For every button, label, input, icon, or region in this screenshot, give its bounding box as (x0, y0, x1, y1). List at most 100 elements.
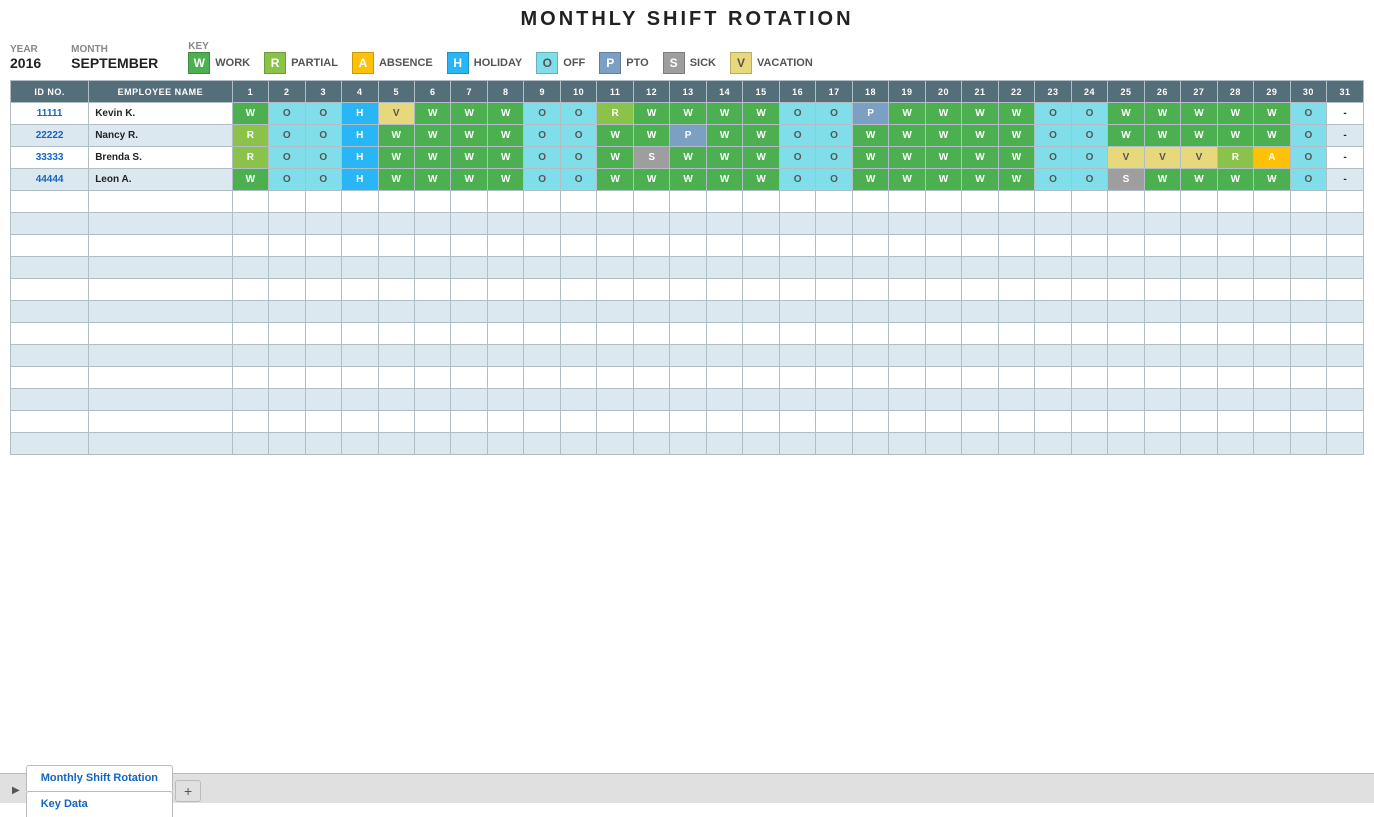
add-tab-button[interactable]: + (175, 780, 201, 802)
cell-day-4: H (342, 169, 378, 191)
cell-day-empty (487, 323, 523, 345)
cell-day-3: O (305, 147, 341, 169)
cell-day-empty (1144, 301, 1180, 323)
cell-day-empty (633, 411, 669, 433)
cell-day-empty (1290, 191, 1326, 213)
cell-day-empty (743, 389, 779, 411)
col-header-day-11: 11 (597, 81, 633, 103)
cell-day-empty (524, 301, 560, 323)
cell-day-empty (1327, 323, 1364, 345)
cell-day-27: W (1181, 103, 1217, 125)
cell-day-empty (962, 301, 998, 323)
cell-day-empty (670, 433, 706, 455)
cell-day-empty (232, 279, 268, 301)
cell-day-empty (852, 367, 888, 389)
cell-day-empty (1108, 191, 1144, 213)
cell-day-empty (1035, 257, 1071, 279)
legend-item-o: OOFF (536, 52, 585, 74)
cell-day-empty (1254, 213, 1290, 235)
cell-day-empty (415, 279, 451, 301)
cell-day-empty (1181, 389, 1217, 411)
col-header-day-6: 6 (415, 81, 451, 103)
tab-key-data[interactable]: Key Data (26, 791, 173, 817)
cell-day-empty (1290, 235, 1326, 257)
tab-monthly-shift-rotation[interactable]: Monthly Shift Rotation (26, 765, 173, 791)
cell-day-empty (889, 433, 925, 455)
cell-day-empty (269, 389, 305, 411)
cell-day-empty (451, 279, 487, 301)
cell-day-empty (378, 367, 414, 389)
cell-day-empty (487, 367, 523, 389)
cell-day-empty (1254, 191, 1290, 213)
cell-day-15: W (743, 169, 779, 191)
cell-day-empty (962, 433, 998, 455)
cell-day-empty (232, 345, 268, 367)
col-header-day-24: 24 (1071, 81, 1107, 103)
tab-scroll-left[interactable]: ▶ (8, 783, 24, 798)
cell-day-11: R (597, 103, 633, 125)
cell-day-empty (415, 411, 451, 433)
cell-day-empty (998, 257, 1034, 279)
cell-day-23: O (1035, 147, 1071, 169)
cell-day-empty (269, 191, 305, 213)
cell-day-empty (1108, 323, 1144, 345)
cell-day-9: O (524, 125, 560, 147)
table-row (11, 213, 1364, 235)
cell-name-empty (89, 279, 232, 301)
cell-day-empty (889, 367, 925, 389)
month-group: MONTH SEPTEMBER (71, 44, 158, 71)
cell-day-empty (633, 323, 669, 345)
cell-day-empty (451, 367, 487, 389)
cell-day-empty (1181, 345, 1217, 367)
legend-label-w: WORK (215, 57, 250, 69)
legend-label-r: PARTIAL (291, 57, 338, 69)
cell-day-31: - (1327, 147, 1364, 169)
table-row (11, 279, 1364, 301)
cell-id: 11111 (11, 103, 89, 125)
cell-day-22: W (998, 147, 1034, 169)
cell-day-empty (1071, 257, 1107, 279)
cell-day-15: W (743, 125, 779, 147)
year-group: YEAR 2016 (10, 44, 41, 71)
legend-label-s: SICK (690, 57, 716, 69)
cell-day-13: P (670, 125, 706, 147)
cell-day-1: R (232, 147, 268, 169)
col-header-day-21: 21 (962, 81, 998, 103)
cell-day-31: - (1327, 103, 1364, 125)
cell-day-18: P (852, 103, 888, 125)
cell-day-empty (743, 257, 779, 279)
cell-day-empty (1290, 279, 1326, 301)
cell-day-29: W (1254, 169, 1290, 191)
cell-day-30: O (1290, 103, 1326, 125)
cell-day-empty (706, 191, 742, 213)
cell-day-21: W (962, 169, 998, 191)
cell-day-9: O (524, 103, 560, 125)
cell-day-empty (1071, 389, 1107, 411)
legend-item-h: HHOLIDAY (447, 52, 523, 74)
cell-day-empty (1217, 279, 1253, 301)
cell-day-9: O (524, 147, 560, 169)
cell-id: 44444 (11, 169, 89, 191)
cell-day-20: W (925, 169, 961, 191)
cell-day-13: W (670, 169, 706, 191)
cell-day-empty (1327, 367, 1364, 389)
cell-day-19: W (889, 103, 925, 125)
cell-day-empty (524, 367, 560, 389)
cell-day-empty (1035, 235, 1071, 257)
cell-day-empty (743, 433, 779, 455)
cell-day-empty (1035, 345, 1071, 367)
cell-day-empty (1217, 191, 1253, 213)
cell-day-empty (1144, 235, 1180, 257)
cell-day-empty (925, 367, 961, 389)
cell-day-empty (232, 257, 268, 279)
cell-day-26: W (1144, 103, 1180, 125)
cell-day-1: R (232, 125, 268, 147)
cell-day-empty (852, 345, 888, 367)
table-row (11, 323, 1364, 345)
cell-day-empty (1217, 389, 1253, 411)
cell-day-24: O (1071, 169, 1107, 191)
cell-day-21: W (962, 147, 998, 169)
cell-day-5: W (378, 147, 414, 169)
cell-day-26: V (1144, 147, 1180, 169)
cell-day-empty (342, 389, 378, 411)
